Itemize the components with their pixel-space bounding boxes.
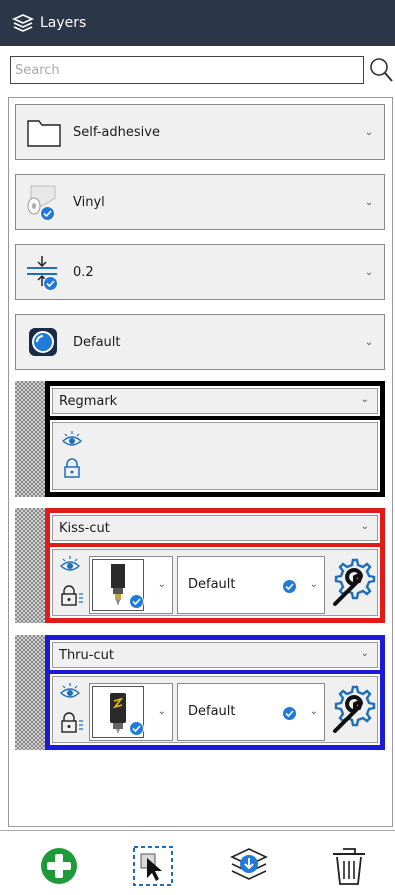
- toolset-dropdown[interactable]: Default ⌄: [177, 683, 325, 741]
- check-badge-icon: [40, 206, 55, 221]
- chevron-down-icon: ⌄: [360, 521, 369, 532]
- visibility-icon[interactable]: [61, 429, 83, 451]
- layer-frame: Kiss-cut ⌄ ⌄ Default ⌄: [45, 508, 385, 623]
- select-objects-icon: [133, 846, 173, 886]
- chevron-down-icon: ⌄: [309, 579, 318, 590]
- wrench-settings-icon[interactable]: [329, 683, 377, 735]
- check-badge-icon: [129, 721, 144, 736]
- layer-frame: Regmark ⌄: [45, 381, 385, 497]
- chevron-down-icon: ⌄: [157, 579, 166, 590]
- layer-body: ⌄ Default ⌄: [52, 676, 378, 743]
- window-title: Layers: [40, 15, 87, 31]
- folder-icon: [27, 120, 61, 147]
- layer-separator: [50, 670, 380, 674]
- thickness-dropdown[interactable]: 0.2 ⌄: [15, 244, 385, 300]
- search-bar: [10, 56, 394, 86]
- wrench-settings-icon[interactable]: [329, 556, 377, 608]
- layers-icon: [12, 14, 34, 32]
- preset-icon: [29, 328, 57, 356]
- chevron-down-icon: ⌄: [360, 394, 369, 405]
- title-bar: Layers: [0, 0, 395, 46]
- add-layer-button[interactable]: [36, 843, 82, 889]
- layer-name-dropdown[interactable]: Kiss-cut ⌄: [52, 515, 378, 541]
- search-input[interactable]: [10, 56, 364, 84]
- material-label: Self-adhesive: [73, 124, 160, 140]
- layer-color-swatch[interactable]: [15, 508, 45, 623]
- chevron-down-icon: ⌄: [309, 706, 318, 717]
- visibility-icon[interactable]: [59, 681, 81, 703]
- search-icon[interactable]: [368, 56, 394, 84]
- tool-image: [92, 559, 144, 611]
- layer-name: Thru-cut: [59, 647, 114, 663]
- thickness-label: 0.2: [73, 264, 94, 280]
- layer-separator: [50, 543, 380, 547]
- merge-layers-button[interactable]: [226, 843, 272, 889]
- lock-icon[interactable]: [59, 584, 85, 608]
- preset-dropdown[interactable]: Default ⌄: [15, 314, 385, 370]
- layer-frame: Thru-cut ⌄ ⌄ Default ⌄: [45, 635, 385, 750]
- preset-label: Default: [73, 334, 121, 350]
- layer-body: ⌄ Default ⌄: [52, 549, 378, 616]
- check-badge-icon: [129, 594, 144, 609]
- cutting-tool-dropdown[interactable]: ⌄: [89, 683, 173, 741]
- layer-regmark: Regmark ⌄: [15, 381, 385, 497]
- layer-separator: [50, 416, 380, 420]
- check-badge-icon: [43, 276, 58, 291]
- layer-body: [52, 422, 378, 490]
- add-layer-icon: [41, 848, 77, 884]
- vinyl-roll-icon: [25, 182, 63, 222]
- layer-kiss-cut: Kiss-cut ⌄ ⌄ Default ⌄: [15, 508, 385, 623]
- chevron-down-icon: ⌄: [364, 126, 374, 138]
- toolset-label: Default: [188, 704, 236, 719]
- chevron-down-icon: ⌄: [157, 706, 166, 717]
- cutting-tool-dropdown[interactable]: ⌄: [89, 556, 173, 614]
- thickness-icon: [25, 252, 63, 292]
- layer-color-swatch[interactable]: [15, 381, 45, 497]
- check-badge-icon: [282, 579, 297, 594]
- trash-icon: [333, 848, 365, 885]
- chevron-down-icon: ⌄: [360, 648, 369, 659]
- material-dropdown[interactable]: Self-adhesive ⌄: [15, 104, 385, 160]
- layer-name: Regmark: [59, 393, 118, 409]
- toolset-label: Default: [188, 577, 236, 592]
- media-dropdown[interactable]: Vinyl ⌄: [15, 174, 385, 230]
- layer-name-dropdown[interactable]: Regmark ⌄: [52, 388, 378, 414]
- footer-toolbar: [0, 830, 395, 895]
- layer-name: Kiss-cut: [59, 520, 110, 536]
- chevron-down-icon: ⌄: [364, 196, 374, 208]
- merge-layers-icon: [230, 848, 268, 880]
- visibility-icon[interactable]: [59, 554, 81, 576]
- layers-panel: Self-adhesive ⌄ Vinyl ⌄ 0.2 ⌄ Default ⌄ …: [8, 97, 393, 827]
- select-objects-button[interactable]: [130, 843, 176, 889]
- check-badge-icon: [282, 706, 297, 721]
- chevron-down-icon: ⌄: [364, 336, 374, 348]
- layer-name-dropdown[interactable]: Thru-cut ⌄: [52, 642, 378, 668]
- layer-color-swatch[interactable]: [15, 635, 45, 750]
- lock-icon[interactable]: [59, 711, 85, 735]
- toolset-dropdown[interactable]: Default ⌄: [177, 556, 325, 614]
- media-label: Vinyl: [73, 194, 105, 210]
- chevron-down-icon: ⌄: [364, 266, 374, 278]
- layer-thru-cut: Thru-cut ⌄ ⌄ Default ⌄: [15, 635, 385, 750]
- lock-icon[interactable]: [61, 457, 83, 479]
- delete-layer-button[interactable]: [326, 843, 372, 889]
- tool-image: [92, 686, 144, 738]
